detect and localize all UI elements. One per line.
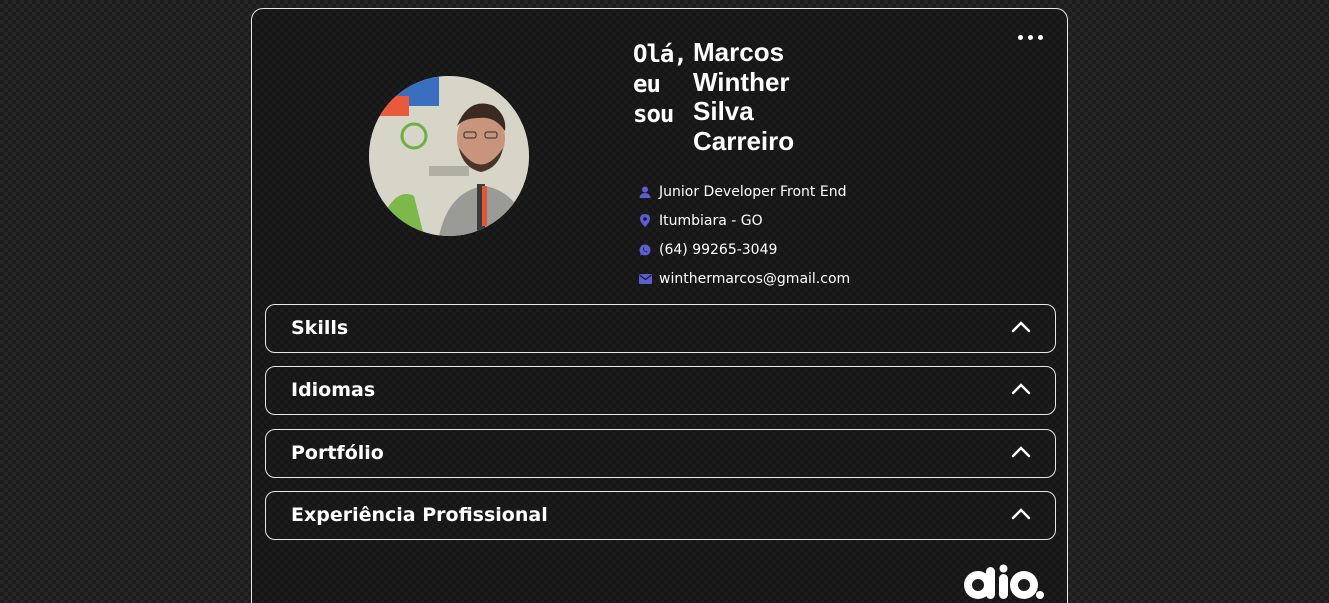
name-line: Silva [693,96,754,126]
info-row-email: winthermarcos@gmail.com [638,264,850,293]
greeting-line: sou [633,100,674,128]
user-icon [638,185,652,199]
contact-info: Junior Developer Front End Itumbiara - G… [638,177,850,293]
chevron-up-icon[interactable] [1011,505,1031,524]
accordion-experiencia[interactable]: Experiência Profissional [265,491,1056,540]
info-row-role: Junior Developer Front End [638,177,850,206]
profile-name: Marcos Winther Silva Carreiro [693,37,795,156]
greeting-line: Olá, [633,40,688,68]
accordion-title: Idiomas [291,379,376,401]
chevron-up-icon[interactable] [1011,380,1031,399]
name-line: Marcos [693,37,785,67]
greeting-line: eu [633,70,661,98]
avatar [369,76,529,236]
accordion-title: Skills [291,317,349,339]
accordion-skills[interactable]: Skills [265,304,1056,353]
name-line: Carreiro [693,125,795,156]
location-pin-icon [638,214,652,228]
info-row-phone: (64) 99265-3049 [638,235,850,264]
accordion-portfolio[interactable]: Portfólio [265,429,1056,478]
accordion-idiomas[interactable]: Idiomas [265,366,1056,415]
profile-card: Olá, eu sou Marcos Winther Silva Carreir… [251,8,1068,603]
role-text: Junior Developer Front End [659,183,847,200]
greeting: Olá, eu sou [633,39,688,129]
phone-text: (64) 99265-3049 [659,241,778,258]
info-row-location: Itumbiara - GO [638,206,850,235]
email-icon [638,272,652,286]
chevron-up-icon[interactable] [1011,318,1031,337]
profile-photo [369,76,529,236]
location-text: Itumbiara - GO [659,212,763,229]
chevron-up-icon[interactable] [1011,443,1031,462]
name-line: Winther [693,66,790,97]
dio-logo [963,564,1045,603]
accordion-title: Experiência Profissional [291,504,548,526]
accordion-title: Portfólio [291,442,384,464]
more-options-icon[interactable] [1018,35,1043,40]
whatsapp-icon [638,243,652,257]
email-text: winthermarcos@gmail.com [659,270,851,287]
